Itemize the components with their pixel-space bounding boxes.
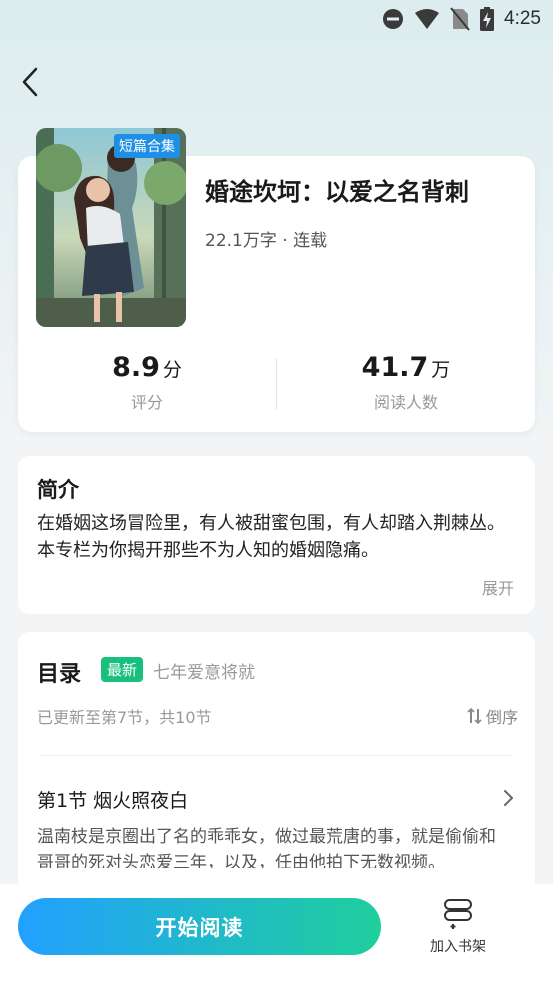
- cover-tag: 短篇合集: [114, 134, 180, 158]
- rating-stat: 8.9 分 评分: [18, 352, 276, 413]
- latest-chapter-link[interactable]: 七年爱意将就: [153, 658, 255, 683]
- do-not-disturb-icon: [383, 9, 404, 29]
- intro-line-2: 本专栏为你揭开那些不为人知的婚姻隐痛。: [37, 540, 379, 561]
- book-meta: 22.1万字 · 连载: [205, 231, 328, 251]
- add-to-shelf-button[interactable]: 加入书架: [420, 898, 496, 956]
- intro-text: 在婚姻这场冒险里，有人被甜蜜包围，有人却踏入荆棘丛。 本专栏为你揭开那些不为人知…: [37, 510, 507, 564]
- toc-heading: 目录: [37, 662, 82, 687]
- start-reading-button[interactable]: 开始阅读: [18, 898, 381, 955]
- bookshelf-add-icon: [444, 899, 472, 929]
- chapter-preview[interactable]: 温南枝是京圈出了名的乖乖女，做过最荒唐的事，就是偷偷和哥哥的死对头恋爱三年，以及…: [37, 824, 507, 868]
- book-cover[interactable]: 短篇合集: [36, 128, 186, 327]
- sort-icon: [467, 707, 482, 725]
- toc-divider: [41, 755, 512, 756]
- rating-unit: 分: [162, 359, 182, 381]
- readers-label: 阅读人数: [373, 393, 438, 412]
- sort-label: 倒序: [486, 708, 519, 727]
- readers-value: 41.7: [361, 352, 429, 383]
- intro-heading: 简介: [37, 478, 79, 502]
- sort-toggle[interactable]: 倒序: [467, 704, 518, 728]
- book-title: 婚途坎坷：以爱之名背刺: [205, 178, 469, 206]
- update-status: 已更新至第7节，共10节: [37, 708, 212, 727]
- intro-line-1: 在婚姻这场冒险里，有人被甜蜜包围，有人却踏入荆棘丛。: [37, 513, 505, 534]
- clock: 4:25: [504, 8, 541, 29]
- add-shelf-label: 加入书架: [430, 939, 486, 955]
- rating-label: 评分: [130, 393, 163, 412]
- readers-stat: 41.7 万 阅读人数: [277, 352, 535, 413]
- latest-badge: 最新: [101, 657, 144, 682]
- chapter-title[interactable]: 第1节 烟火照夜白: [37, 786, 188, 813]
- rating-value: 8.9: [112, 352, 160, 383]
- back-arrow-icon: [22, 67, 38, 97]
- expand-button[interactable]: 展开: [482, 575, 514, 599]
- status-bar: 4:25: [382, 6, 541, 32]
- chevron-right-icon[interactable]: [500, 788, 516, 808]
- back-button[interactable]: [16, 64, 48, 100]
- readers-unit: 万: [431, 359, 451, 381]
- wifi-icon: [415, 9, 440, 29]
- no-sim-icon: [450, 7, 470, 31]
- battery-charging-icon: [480, 7, 495, 31]
